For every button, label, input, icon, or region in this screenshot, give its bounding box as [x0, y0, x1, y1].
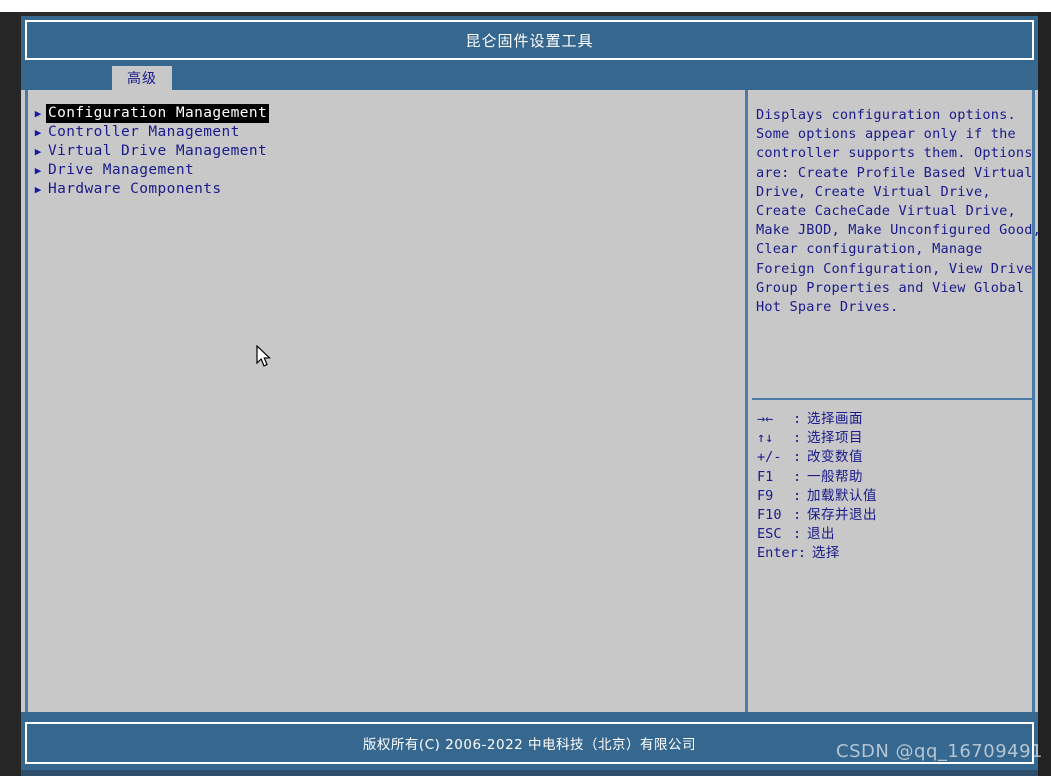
title-bar-inner: 昆仑固件设置工具 — [25, 20, 1034, 60]
key-legend-description: 选择项目 — [807, 430, 863, 447]
panel-divider — [745, 90, 748, 712]
right-triangle-icon: ▶ — [34, 126, 42, 139]
key-legend-colon: : — [793, 449, 802, 466]
key-legend-key: ESC — [757, 526, 782, 543]
key-legend-description: 选择画面 — [807, 411, 863, 427]
window-frame-bottom — [21, 770, 1038, 776]
key-legend-colon: : — [797, 545, 807, 562]
key-legend-row: ↑↓: 选择项目 — [757, 429, 1032, 448]
help-keys-separator — [752, 398, 1035, 400]
key-legend-colon: : — [793, 468, 802, 485]
help-line: Create CacheCade Virtual Drive, — [756, 203, 1016, 220]
menu-item-label: Virtual Drive Management — [48, 143, 268, 159]
key-legend-key: →← — [757, 411, 774, 427]
key-legend-description: 一般帮助 — [807, 468, 863, 485]
window-frame-right — [1038, 12, 1051, 776]
key-legend-row: +/-: 改变数值 — [757, 448, 1032, 467]
key-legend-key: F1 — [757, 468, 774, 485]
help-line: controller supports them. Options — [756, 145, 1033, 162]
key-legend-colon: : — [793, 526, 802, 543]
key-legend-row: ESC: 退出 — [757, 525, 1032, 544]
key-legend-row: Enter: 选择 — [757, 544, 1032, 563]
content-left-border — [25, 90, 28, 712]
tab-advanced[interactable]: 高级 — [112, 66, 172, 90]
help-line: Make JBOD, Make Unconfigured Good, — [756, 222, 1042, 239]
menu-item-label: Configuration Management — [46, 104, 270, 123]
key-legend-description: 退出 — [807, 526, 835, 543]
help-line: Foreign Configuration, View Drive — [756, 260, 1033, 277]
key-legend-colon: : — [793, 487, 802, 504]
key-legend-description: 加载默认值 — [807, 487, 877, 504]
key-legend-row: F9: 加载默认值 — [757, 487, 1032, 506]
help-line: Group Properties and View Global — [756, 279, 1025, 296]
right-triangle-icon: ▶ — [34, 164, 42, 177]
help-line: Hot Spare Drives. — [756, 299, 899, 316]
key-legend-description: 选择 — [811, 545, 840, 562]
page-title: 昆仑固件设置工具 — [465, 31, 594, 50]
right-triangle-icon: ▶ — [34, 107, 42, 120]
footer-bar-inner: 版权所有(C) 2006-2022 中电科技（北京）有限公司 — [25, 722, 1034, 764]
menu-item-4[interactable]: ▶ Hardware Components — [30, 180, 730, 199]
help-line: Clear configuration, Manage — [756, 241, 983, 258]
key-legend-colon: : — [793, 506, 802, 523]
help-line: Drive, Create Virtual Drive, — [756, 183, 991, 200]
key-legend-description: 改变数值 — [807, 449, 863, 466]
right-triangle-icon: ▶ — [34, 183, 42, 196]
menu-item-label: Hardware Components — [48, 181, 222, 197]
key-legend-key: Enter — [757, 545, 798, 562]
menu-list: ▶ Configuration Management ▶ Controller Man… — [30, 104, 730, 199]
key-legend-colon: : — [793, 411, 802, 427]
content-right-border — [1032, 90, 1035, 712]
key-legend-panel: →←: 选择画面 ↑↓: 选择项目 +/-: 改变数值 F1: 一般帮助 F9: 加载默认值 F10… — [757, 410, 1032, 564]
key-legend-key: F10 — [757, 506, 782, 523]
help-text-panel: Displays configuration options. Some opti… — [756, 106, 1042, 317]
help-line: Displays configuration options. — [756, 107, 1016, 123]
menu-item-3[interactable]: ▶ Drive Management — [30, 161, 730, 180]
key-legend-key: F9 — [757, 487, 774, 504]
key-legend-colon: : — [793, 430, 802, 447]
key-legend-key: +/- — [757, 449, 782, 466]
menu-item-1[interactable]: ▶ Controller Management — [30, 123, 730, 142]
tab-strip — [21, 62, 1038, 90]
key-legend-key: ↑↓ — [757, 430, 774, 447]
key-legend-row: F10: 保存并退出 — [757, 506, 1032, 525]
key-legend-description: 保存并退出 — [807, 506, 877, 523]
key-legend-row: →←: 选择画面 — [757, 410, 1032, 429]
right-triangle-icon: ▶ — [34, 145, 42, 158]
help-line: are: Create Profile Based Virtual — [756, 164, 1033, 181]
copyright-text: 版权所有(C) 2006-2022 中电科技（北京）有限公司 — [362, 737, 697, 753]
menu-item-label: Controller Management — [48, 124, 240, 140]
window-frame-left — [0, 12, 21, 776]
help-line: Some options appear only if the — [756, 126, 1016, 143]
menu-item-0[interactable]: ▶ Configuration Management — [30, 104, 730, 123]
menu-item-2[interactable]: ▶ Virtual Drive Management — [30, 142, 730, 161]
bios-setup-screen: 昆仑固件设置工具 高级 ▶ Configuration Management ▶ Co… — [0, 0, 1051, 776]
menu-item-label: Drive Management — [48, 162, 195, 178]
key-legend-row: F1: 一般帮助 — [757, 468, 1032, 487]
